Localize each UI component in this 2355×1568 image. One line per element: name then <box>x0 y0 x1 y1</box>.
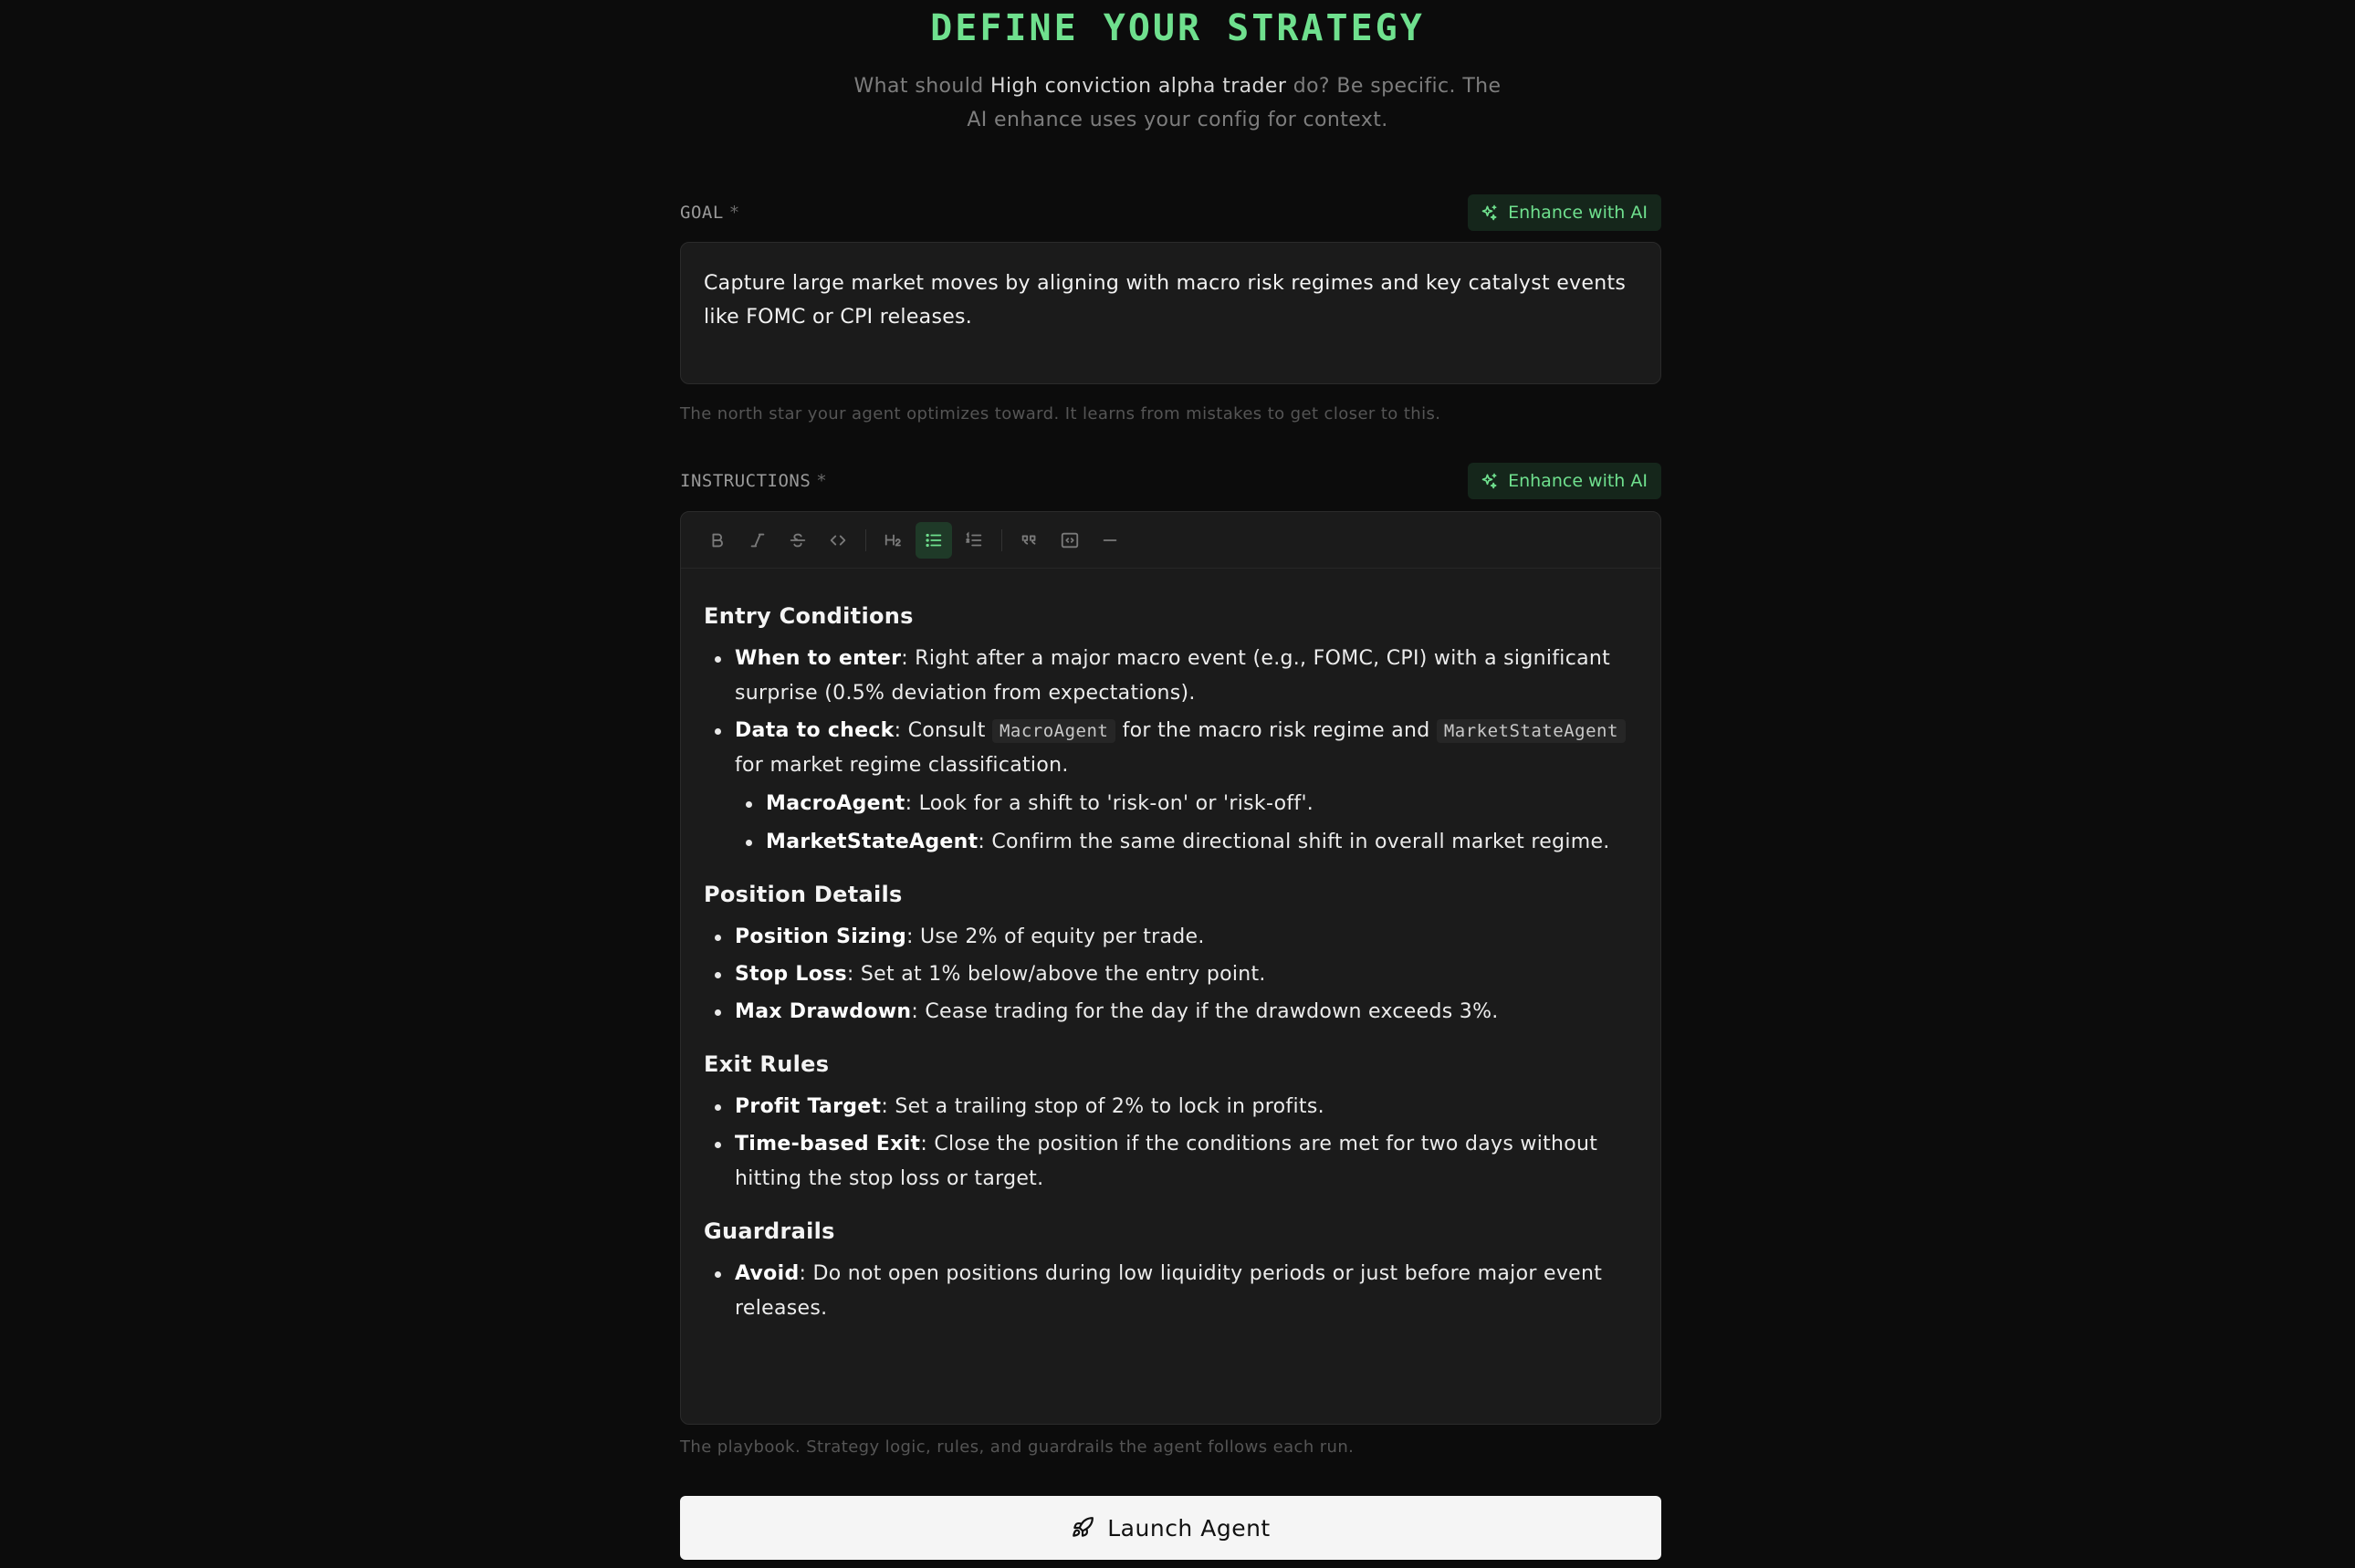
instructions-editor[interactable]: Entry Conditions When to enter: Right af… <box>680 511 1661 1425</box>
list-item: MacroAgent: Look for a shift to 'risk-on… <box>735 787 1638 821</box>
item-text: : Set at 1% below/above the entry point. <box>846 963 1266 986</box>
heading-icon <box>884 534 901 546</box>
list-item: Avoid: Do not open positions during low … <box>704 1257 1638 1326</box>
blockquote-button[interactable] <box>1011 522 1048 559</box>
instructions-enhance-button[interactable]: Enhance with AI <box>1468 463 1661 499</box>
bullet-list: Position Sizing: Use 2% of equity per tr… <box>704 920 1638 1030</box>
item-key: Data to check <box>735 719 895 742</box>
instructions-label-text: INSTRUCTIONS <box>680 471 811 491</box>
list-item: Stop Loss: Set at 1% below/above the ent… <box>704 957 1638 992</box>
horizontal-rule-icon <box>1103 538 1117 541</box>
item-key: When to enter <box>735 647 902 670</box>
item-text: : Look for a shift to 'risk-on' or 'risk… <box>905 792 1314 815</box>
section-heading: Position Details <box>704 882 903 907</box>
list-item: Max Drawdown: Cease trading for the day … <box>704 995 1638 1030</box>
section-heading: Entry Conditions <box>704 603 914 629</box>
bullet-list: When to enter: Right after a major macro… <box>704 642 1638 860</box>
subtitle-line-2: AI enhance uses your config for context. <box>967 109 1388 131</box>
item-text: for the macro risk regime and <box>1115 719 1437 742</box>
code-block-button[interactable] <box>1052 522 1088 559</box>
item-text: : Do not open positions during low liqui… <box>735 1262 1603 1320</box>
bullet-list-button[interactable] <box>916 521 952 559</box>
item-key: Stop Loss <box>735 963 847 986</box>
inline-code: MarketStateAgent <box>1436 719 1626 743</box>
list-item: Data to check: Consult MacroAgent for th… <box>704 714 1638 860</box>
required-mark: * <box>816 471 828 491</box>
goal-input[interactable]: Capture large market moves by aligning w… <box>680 242 1661 384</box>
subtitle-text: do? Be specific. The <box>1286 75 1502 98</box>
list-item: Time-based Exit: Close the position if t… <box>704 1127 1638 1197</box>
item-key: MarketStateAgent <box>766 831 979 853</box>
inline-code-button[interactable] <box>820 522 856 559</box>
goal-header: GOAL * Enhance with AI <box>680 194 1661 231</box>
bold-icon <box>712 533 723 547</box>
rocket-icon <box>1073 1517 1094 1537</box>
instructions-header: INSTRUCTIONS * Enhance with AI <box>680 463 1661 499</box>
page-subtitle: What should High conviction alpha trader… <box>0 69 2355 137</box>
heading-button[interactable] <box>875 522 912 559</box>
subtitle-text: What should <box>853 75 991 98</box>
horizontal-rule-button[interactable] <box>1092 522 1128 559</box>
item-text: : Confirm the same directional shift in … <box>978 831 1610 853</box>
code-icon <box>830 535 846 545</box>
list-item: Position Sizing: Use 2% of equity per tr… <box>704 920 1638 955</box>
section-heading: Guardrails <box>704 1218 835 1244</box>
bullet-list-icon <box>926 533 942 547</box>
strikethrough-button[interactable] <box>780 522 816 559</box>
item-text: : Consult <box>894 719 992 742</box>
required-mark: * <box>728 203 740 223</box>
item-key: Profit Target <box>735 1095 882 1118</box>
bullet-list: Avoid: Do not open positions during low … <box>704 1257 1638 1326</box>
bullet-list: Profit Target: Set a trailing stop of 2%… <box>704 1090 1638 1197</box>
bold-button[interactable] <box>699 522 736 559</box>
ordered-list-button[interactable] <box>956 522 992 559</box>
editor-content[interactable]: Entry Conditions When to enter: Right af… <box>681 569 1660 1326</box>
goal-help-text: The north star your agent optimizes towa… <box>680 404 1441 423</box>
italic-icon <box>750 533 765 547</box>
goal-label-text: GOAL <box>680 203 724 223</box>
item-key: Time-based Exit <box>735 1133 921 1155</box>
item-key: Avoid <box>735 1262 800 1285</box>
quote-icon <box>1021 535 1036 545</box>
ordered-list-icon <box>966 530 982 546</box>
item-text: : Cease trading for the day if the drawd… <box>911 1000 1499 1023</box>
sparkles-icon <box>1481 473 1497 489</box>
nested-list: MacroAgent: Look for a shift to 'risk-on… <box>735 787 1638 860</box>
item-text: : Use 2% of equity per trade. <box>906 925 1205 948</box>
list-item: MarketStateAgent: Confirm the same direc… <box>735 825 1638 860</box>
strikethrough-icon <box>790 533 806 547</box>
list-item: Profit Target: Set a trailing stop of 2%… <box>704 1090 1638 1124</box>
code-block-icon <box>1061 532 1079 548</box>
item-text: : Set a trailing stop of 2% to lock in p… <box>881 1095 1324 1118</box>
enhance-label: Enhance with AI <box>1508 471 1648 491</box>
instructions-help-text: The playbook. Strategy logic, rules, and… <box>680 1437 1355 1457</box>
page-title: DEFINE YOUR STRATEGY <box>930 7 1425 49</box>
item-key: MacroAgent <box>766 792 905 815</box>
launch-label: Launch Agent <box>1107 1514 1271 1542</box>
sparkles-icon <box>1481 204 1497 221</box>
italic-button[interactable] <box>739 522 776 559</box>
goal-enhance-button[interactable]: Enhance with AI <box>1468 194 1661 231</box>
editor-toolbar <box>681 512 1660 569</box>
toolbar-divider <box>1001 528 1002 551</box>
strategy-page: DEFINE YOUR STRATEGY What should High co… <box>0 0 2355 1568</box>
item-key: Position Sizing <box>735 925 907 948</box>
section-heading: Exit Rules <box>704 1051 830 1077</box>
enhance-label: Enhance with AI <box>1508 203 1648 223</box>
agent-name: High conviction alpha trader <box>990 75 1287 98</box>
item-text: for market regime classification. <box>735 754 1069 777</box>
list-item: When to enter: Right after a major macro… <box>704 642 1638 711</box>
toolbar-divider <box>865 528 866 551</box>
launch-agent-button[interactable]: Launch Agent <box>680 1496 1661 1560</box>
inline-code: MacroAgent <box>991 719 1116 743</box>
item-key: Max Drawdown <box>735 1000 912 1023</box>
